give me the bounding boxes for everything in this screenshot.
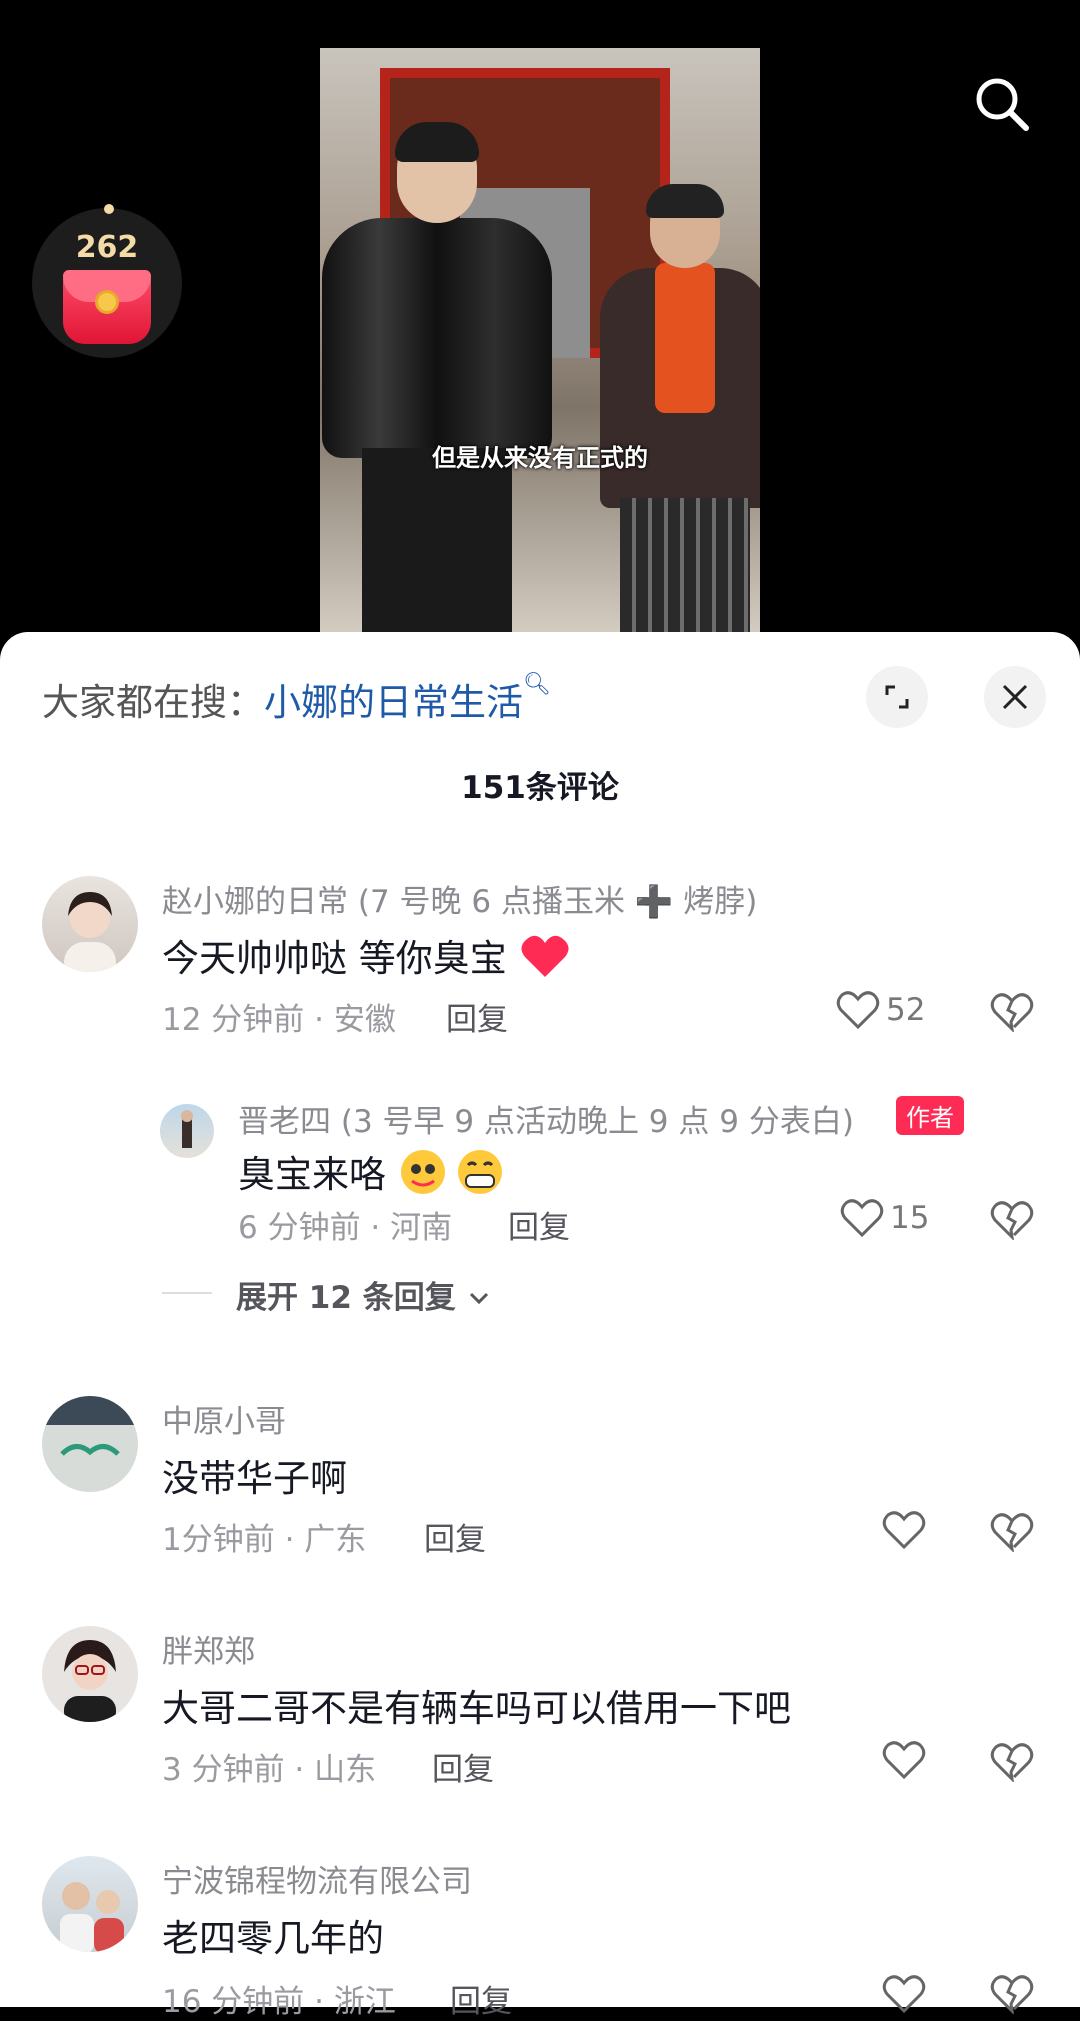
expand-icon [885,685,909,709]
avatar[interactable] [42,876,138,972]
broken-heart-icon [990,1201,1034,1242]
reply-text-content: 臭宝来咯 [238,1153,386,1196]
comment-author[interactable]: 赵小娜的日常 (7 号晚 6 点播玉米 ➕ 烤脖) [162,876,757,921]
search-button[interactable] [970,72,1034,136]
red-packet-icon [63,270,151,344]
trending-search[interactable]: 大家都在搜：小娜的日常生活🔍︎ [42,672,551,726]
close-icon [1002,684,1028,710]
dislike-button[interactable] [990,1974,1034,2018]
comment-meta: 3 分钟前 · 山东 [162,1752,377,1788]
heart-icon [836,991,880,1030]
like-button[interactable] [882,1510,926,1550]
comment-text: 大哥二哥不是有辆车吗可以借用一下吧 [162,1687,791,1730]
dislike-button[interactable] [990,1512,1034,1556]
comment-author[interactable]: 胖郑郑 [162,1626,255,1671]
expand-replies-label: 展开 12 条回复 [236,1280,456,1316]
comment-count: 151条评论 [461,770,619,806]
heart-icon [882,1975,926,2014]
reply-button[interactable]: 回复 [446,994,508,1039]
reply-dislike-button[interactable] [990,1200,1034,1244]
like-count: 15 [890,1200,930,1236]
broken-heart-icon [990,1513,1034,1554]
comments-sheet: 大家都在搜：小娜的日常生活🔍︎ 151条评论 赵小娜的日常 (7 号晚 6 点播… [0,632,1080,2020]
video-person-woman [600,184,760,648]
like-count: 52 [886,992,926,1028]
heart-icon [882,1741,926,1780]
avatar[interactable] [42,1856,138,1952]
search-small-icon: 🔍︎ [523,672,551,697]
expand-sheet-button[interactable] [866,666,928,728]
red-packet-widget[interactable]: 262 [32,204,182,358]
reply-author[interactable]: 晋老四 (3 号早 9 点活动晚上 9 点 9 分表白) [238,1096,854,1141]
like-button[interactable]: 52 [836,990,925,1030]
author-badge: 作者 [896,1096,964,1135]
heart-icon [840,1199,884,1238]
like-button[interactable] [882,1740,926,1780]
reply-meta: 6 分钟前 · 河南 [238,1210,453,1246]
trending-search-prefix: 大家都在搜： [42,681,264,724]
broken-heart-icon [990,1975,1034,2016]
comment-text-content: 今天帅帅哒 等你臭宝 [162,937,507,980]
trending-search-query[interactable]: 小娜的日常生活 [264,681,523,724]
comment-text: 老四零几年的 [162,1917,384,1960]
comment-text: 没带华子啊 [162,1457,347,1500]
reply-button[interactable]: 回复 [450,1976,512,2021]
heart-emoji-icon [519,933,571,988]
notification-dot [104,204,114,214]
search-icon [976,78,1029,131]
red-packet-count: 262 [75,230,139,265]
dislike-button[interactable] [990,1742,1034,1786]
expand-divider [162,1292,212,1294]
dislike-button[interactable] [990,992,1034,1036]
expand-replies-button[interactable]: 展开 12 条回复 [236,1272,491,1317]
heart-icon [882,1511,926,1550]
reply-reply-button[interactable]: 回复 [508,1202,570,1247]
broken-heart-icon [990,1743,1034,1784]
chevron-down-icon [467,1280,491,1316]
video-frame[interactable]: 但是从来没有正式的 [320,48,760,648]
reply-text: 臭宝来咯 [238,1144,508,1206]
reply-avatar[interactable] [160,1104,214,1158]
comment-author[interactable]: 宁波锦程物流有限公司 [162,1856,472,1901]
comment-meta: 16 分钟前 · 浙江 [162,1984,396,2020]
close-sheet-button[interactable] [984,666,1046,728]
comment-meta: 12 分钟前 · 安徽 [162,1002,396,1038]
comment-text: 今天帅帅哒 等你臭宝 [162,928,571,988]
reply-button[interactable]: 回复 [432,1744,494,1789]
reply-like-button[interactable]: 15 [840,1198,929,1238]
comment-meta: 1分钟前 · 广东 [162,1522,367,1558]
video-subtitle: 但是从来没有正式的 [432,444,648,472]
emoji-icons [398,1147,508,1206]
comment-author[interactable]: 中原小哥 [162,1396,286,1441]
reply-button[interactable]: 回复 [424,1514,486,1559]
avatar[interactable] [42,1396,138,1492]
video-person-man [322,122,552,648]
broken-heart-icon [990,993,1034,1034]
avatar[interactable] [42,1626,138,1722]
like-button[interactable] [882,1974,926,2014]
